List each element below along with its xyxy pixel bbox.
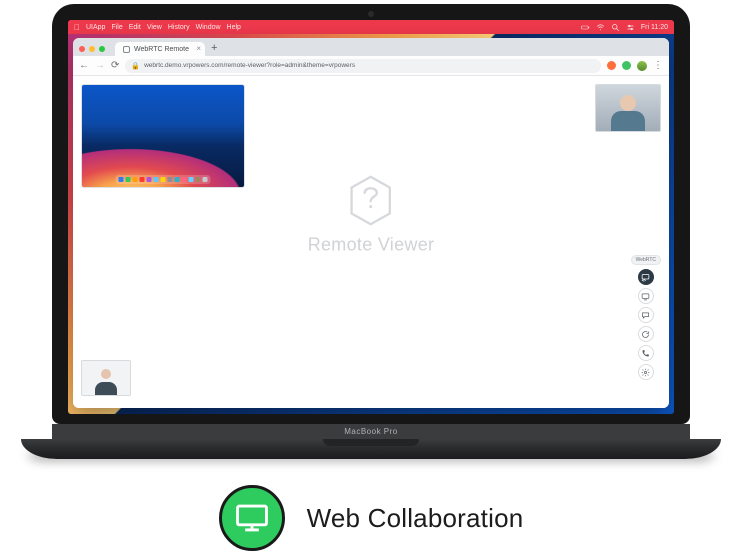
dock-app-icon [154, 177, 159, 182]
dock-app-icon [168, 177, 173, 182]
laptop-mockup:  UIApp File Edit View History Window He… [52, 4, 690, 459]
menu-file[interactable]: File [111, 24, 122, 31]
screen-bezel:  UIApp File Edit View History Window He… [52, 4, 690, 424]
dock-app-icon [119, 177, 124, 182]
nav-forward-button[interactable]: → [95, 60, 105, 71]
tab-favicon [123, 46, 130, 53]
settings-button[interactable] [638, 364, 654, 380]
mini-dock [116, 175, 211, 184]
app-name-menu[interactable]: UIApp [86, 24, 105, 31]
url-text: webrtc.demo.vrpowers.com/remote-viewer?r… [144, 62, 355, 69]
laptop-camera [368, 11, 374, 17]
laptop-model-label: MacBook Pro [52, 424, 690, 439]
cast-icon [641, 273, 650, 282]
extension-icon[interactable] [607, 61, 616, 70]
browser-menu-button[interactable]: ⋮ [653, 60, 663, 71]
browser-toolbar: ← → ⟳ 🔒 webrtc.demo.vrpowers.com/remote-… [73, 56, 669, 76]
remote-webcam[interactable] [595, 84, 661, 132]
new-tab-button[interactable]: + [211, 42, 217, 56]
gear-icon [641, 368, 650, 377]
chat-icon [641, 311, 650, 320]
screen-share-thumbnail[interactable] [81, 84, 245, 188]
dock-app-icon [189, 177, 194, 182]
dock-app-icon [203, 177, 208, 182]
wifi-icon [596, 23, 605, 32]
call-controls: WebRTC [631, 255, 661, 380]
chat-button[interactable] [638, 307, 654, 323]
menu-view[interactable]: View [147, 24, 162, 31]
menu-edit[interactable]: Edit [129, 24, 141, 31]
screen-button[interactable] [638, 288, 654, 304]
connection-pill: WebRTC [631, 255, 661, 265]
local-webcam[interactable] [81, 360, 131, 396]
tab-title: WebRTC Remote [134, 46, 189, 53]
menu-help[interactable]: Help [227, 24, 241, 31]
dock-app-icon [126, 177, 131, 182]
menubar-clock: Fri 11:20 [641, 24, 668, 31]
browser-tab[interactable]: WebRTC Remote × [115, 42, 205, 56]
address-bar[interactable]: 🔒 webrtc.demo.vrpowers.com/remote-viewer… [125, 59, 601, 73]
screen-icon [641, 292, 650, 301]
apple-menu-icon[interactable]:  [74, 23, 80, 32]
window-zoom-button[interactable] [99, 46, 105, 52]
nav-reload-button[interactable]: ⟳ [111, 60, 119, 71]
tab-close-icon[interactable]: × [196, 44, 201, 53]
control-center-icon[interactable] [626, 23, 635, 32]
menu-window[interactable]: Window [196, 24, 221, 31]
dock-app-icon [182, 177, 187, 182]
window-close-button[interactable] [79, 46, 85, 52]
hexagon-icon [348, 175, 394, 227]
refresh-icon [641, 330, 650, 339]
laptop-base [21, 439, 721, 459]
remote-viewer-label: Remote Viewer [308, 235, 435, 256]
refresh-button[interactable] [638, 326, 654, 342]
profile-avatar-icon[interactable] [637, 61, 647, 71]
macos-menubar:  UIApp File Edit View History Window He… [68, 20, 674, 34]
trackpad-notch [323, 439, 419, 446]
window-minimize-button[interactable] [89, 46, 95, 52]
dock-app-icon [175, 177, 180, 182]
browser-window: WebRTC Remote × + ← → ⟳ 🔒 webrtc.demo.vr… [73, 38, 669, 408]
monitor-icon [219, 485, 285, 551]
battery-icon [581, 23, 590, 32]
phone-icon [641, 349, 650, 358]
desktop-wallpaper:  UIApp File Edit View History Window He… [68, 20, 674, 414]
extension-icon[interactable] [622, 61, 631, 70]
search-icon[interactable] [611, 23, 620, 32]
dock-app-icon [133, 177, 138, 182]
browser-tabstrip: WebRTC Remote × + [73, 38, 669, 56]
dock-app-icon [147, 177, 152, 182]
cast-button[interactable] [638, 269, 654, 285]
hangup-button[interactable] [638, 345, 654, 361]
lock-icon: 🔒 [131, 62, 140, 70]
nav-back-button[interactable]: ← [79, 60, 89, 71]
remote-viewer-logo: Remote Viewer [308, 175, 435, 256]
page-content: Remote Viewer WebRTC [73, 76, 669, 408]
menu-history[interactable]: History [168, 24, 190, 31]
dock-app-icon [161, 177, 166, 182]
dock-app-icon [140, 177, 145, 182]
caption-row: Web Collaboration [219, 485, 524, 551]
caption-label: Web Collaboration [307, 503, 524, 534]
dock-app-icon [196, 177, 201, 182]
window-traffic-lights [77, 46, 109, 56]
